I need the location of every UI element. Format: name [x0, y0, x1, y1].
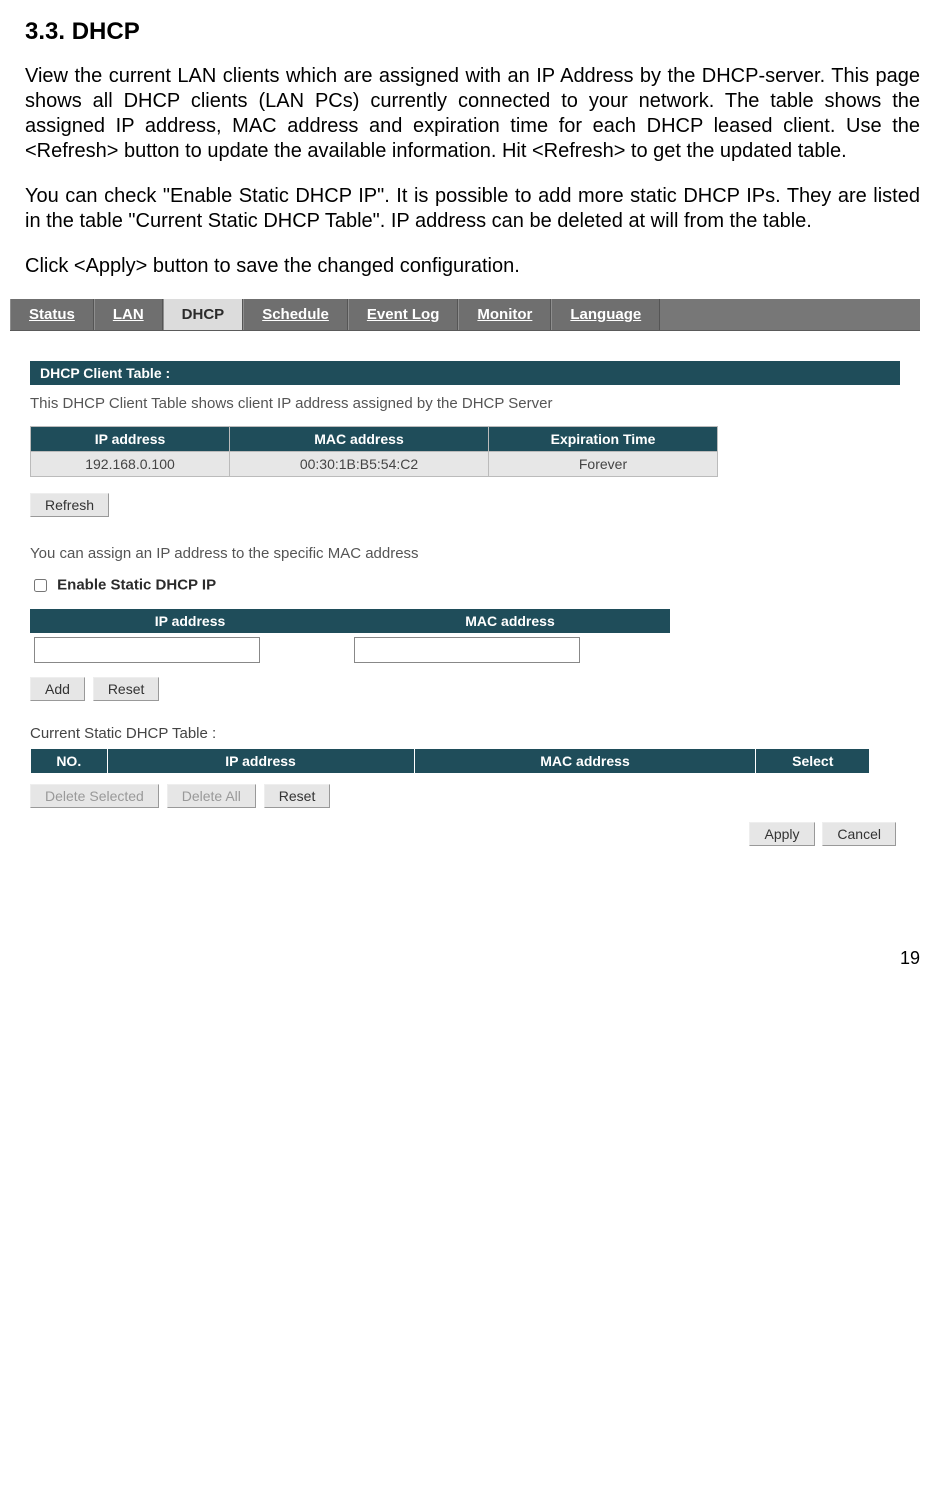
- dhcp-client-table-title: DHCP Client Table :: [30, 361, 900, 385]
- dhcp-client-table-desc: This DHCP Client Table shows client IP a…: [30, 395, 900, 412]
- dhcp-client-table: IP address MAC address Expiration Time 1…: [30, 426, 718, 477]
- input-header-ip: IP address: [30, 609, 350, 633]
- tab-eventlog[interactable]: Event Log: [348, 299, 459, 330]
- tab-lan[interactable]: LAN: [94, 299, 163, 330]
- assign-text: You can assign an IP address to the spec…: [30, 545, 900, 562]
- paragraph-2: You can check "Enable Static DHCP IP". I…: [25, 184, 920, 234]
- client-header-ip: IP address: [31, 427, 230, 452]
- apply-button[interactable]: Apply: [749, 822, 814, 846]
- paragraph-3: Click <Apply> button to save the changed…: [25, 254, 920, 279]
- tab-language[interactable]: Language: [551, 299, 660, 330]
- input-header-mac: MAC address: [350, 609, 670, 633]
- current-static-dhcp-table: NO. IP address MAC address Select: [30, 748, 870, 774]
- tab-status[interactable]: Status: [10, 299, 94, 330]
- tab-schedule[interactable]: Schedule: [243, 299, 348, 330]
- client-ip: 192.168.0.100: [31, 452, 230, 477]
- static-mac-input[interactable]: [354, 637, 580, 663]
- delete-all-button[interactable]: Delete All: [167, 784, 256, 808]
- add-button[interactable]: Add: [30, 677, 85, 701]
- static-header-mac: MAC address: [414, 749, 756, 774]
- page-number: 19: [0, 888, 945, 989]
- tab-dhcp[interactable]: DHCP: [163, 299, 244, 330]
- static-header-select: Select: [756, 749, 870, 774]
- static-input-table: IP address MAC address: [30, 609, 670, 667]
- tab-monitor[interactable]: Monitor: [458, 299, 551, 330]
- delete-selected-button[interactable]: Delete Selected: [30, 784, 159, 808]
- nav-tabs: Status LAN DHCP Schedule Event Log Monit…: [10, 299, 920, 331]
- enable-static-dhcp-label: Enable Static DHCP IP: [57, 576, 216, 593]
- reset-button-1[interactable]: Reset: [93, 677, 160, 701]
- static-header-no: NO.: [31, 749, 108, 774]
- cancel-button[interactable]: Cancel: [822, 822, 896, 846]
- refresh-button[interactable]: Refresh: [30, 493, 109, 517]
- current-static-table-title: Current Static DHCP Table :: [30, 725, 900, 742]
- table-row: 192.168.0.100 00:30:1B:B5:54:C2 Forever: [31, 452, 718, 477]
- static-header-ip: IP address: [107, 749, 414, 774]
- client-header-exp: Expiration Time: [489, 427, 718, 452]
- paragraph-1: View the current LAN clients which are a…: [25, 64, 920, 164]
- enable-static-dhcp-checkbox[interactable]: [34, 579, 47, 592]
- client-exp: Forever: [489, 452, 718, 477]
- client-header-mac: MAC address: [230, 427, 489, 452]
- section-heading: 3.3. DHCP: [25, 18, 920, 46]
- client-mac: 00:30:1B:B5:54:C2: [230, 452, 489, 477]
- static-ip-input[interactable]: [34, 637, 260, 663]
- reset-button-2[interactable]: Reset: [264, 784, 331, 808]
